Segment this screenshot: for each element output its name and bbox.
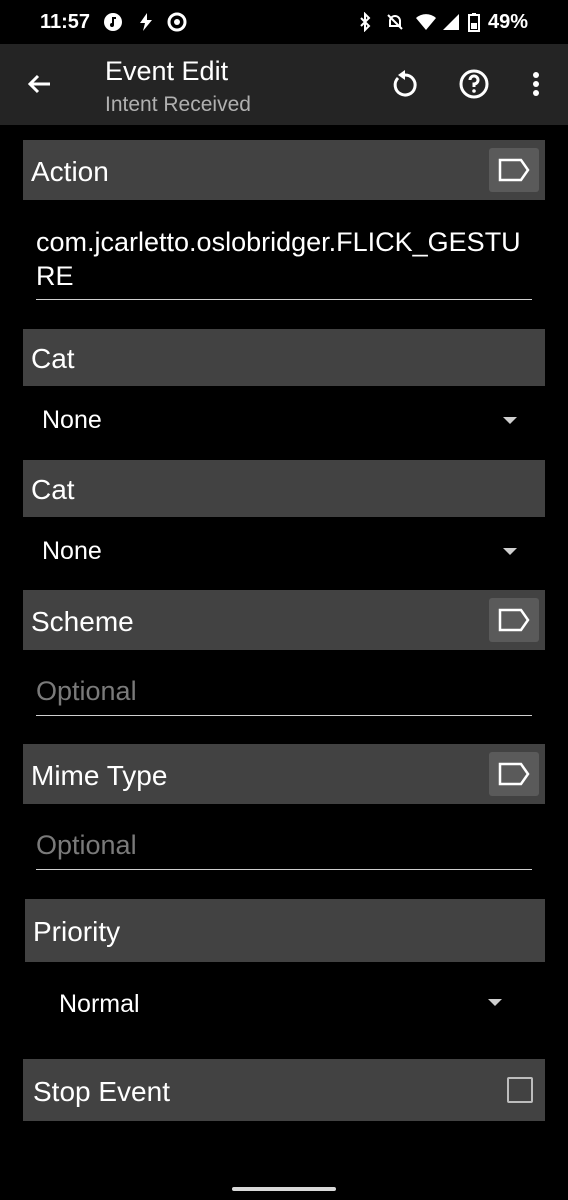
- app-bar: Event Edit Intent Received: [0, 44, 568, 125]
- help-icon[interactable]: [454, 64, 494, 104]
- mime-type-placeholder: Optional: [36, 830, 137, 860]
- stop-event-label: Stop Event: [33, 1076, 170, 1107]
- mime-type-tag-button[interactable]: [489, 752, 539, 796]
- wifi-icon: [415, 12, 436, 32]
- action-label: Action: [31, 156, 109, 187]
- signal-icon: [442, 12, 462, 32]
- page-title: Event Edit: [105, 56, 229, 86]
- gesture-nav-handle[interactable]: [232, 1187, 336, 1191]
- priority-spinner[interactable]: Normal: [23, 972, 545, 1032]
- page-subtitle: Intent Received: [105, 93, 251, 116]
- status-time: 11:57: [40, 11, 91, 33]
- action-header: Action: [23, 140, 545, 200]
- flash-icon: [136, 12, 156, 32]
- status-bar: 11:57 49%: [0, 0, 568, 44]
- back-arrow-icon[interactable]: [20, 64, 60, 104]
- cat-header-1: Cat: [23, 329, 545, 386]
- music-icon: [103, 12, 123, 32]
- battery-percent: 49%: [487, 11, 528, 33]
- mime-type-label: Mime Type: [31, 760, 168, 791]
- cat-header-2: Cat: [23, 460, 545, 517]
- scheme-header: Scheme: [23, 590, 545, 650]
- bluetooth-icon: [355, 11, 375, 33]
- scheme-placeholder: Optional: [36, 676, 137, 706]
- cat-label-2: Cat: [31, 474, 75, 505]
- action-field[interactable]: com.jcarletto.oslobridger.FLICK_GESTURE: [36, 225, 532, 300]
- cat-spinner-1-value: None: [42, 406, 102, 434]
- reset-icon[interactable]: [385, 64, 425, 104]
- tag-icon: [498, 608, 530, 632]
- mime-type-field[interactable]: Optional: [36, 828, 532, 870]
- notifications-off-icon: [385, 12, 405, 32]
- cat-label-1: Cat: [31, 343, 75, 374]
- priority-label: Priority: [33, 916, 121, 947]
- priority-spinner-value: Normal: [59, 990, 140, 1018]
- chevron-down-icon: [503, 417, 517, 424]
- action-value: com.jcarletto.oslobridger.FLICK_GESTURE: [36, 227, 521, 291]
- cat-spinner-2-value: None: [42, 537, 102, 565]
- action-tag-button[interactable]: [489, 148, 539, 192]
- more-vert-icon[interactable]: [516, 64, 556, 104]
- scheme-label: Scheme: [31, 606, 134, 637]
- tag-icon: [498, 158, 530, 182]
- scheme-field[interactable]: Optional: [36, 674, 532, 716]
- chevron-down-icon: [503, 548, 517, 555]
- cat-spinner-1[interactable]: None: [23, 390, 545, 450]
- chevron-down-icon: [488, 999, 502, 1006]
- cat-spinner-2[interactable]: None: [23, 521, 545, 581]
- mime-type-header: Mime Type: [23, 744, 545, 804]
- stop-event-checkbox[interactable]: [507, 1077, 533, 1103]
- scheme-tag-button[interactable]: [489, 598, 539, 642]
- battery-icon: [468, 12, 488, 32]
- tag-icon: [498, 762, 530, 786]
- stop-event-row[interactable]: Stop Event: [23, 1059, 545, 1121]
- app-status-icon: [167, 12, 187, 32]
- priority-header: Priority: [25, 899, 545, 962]
